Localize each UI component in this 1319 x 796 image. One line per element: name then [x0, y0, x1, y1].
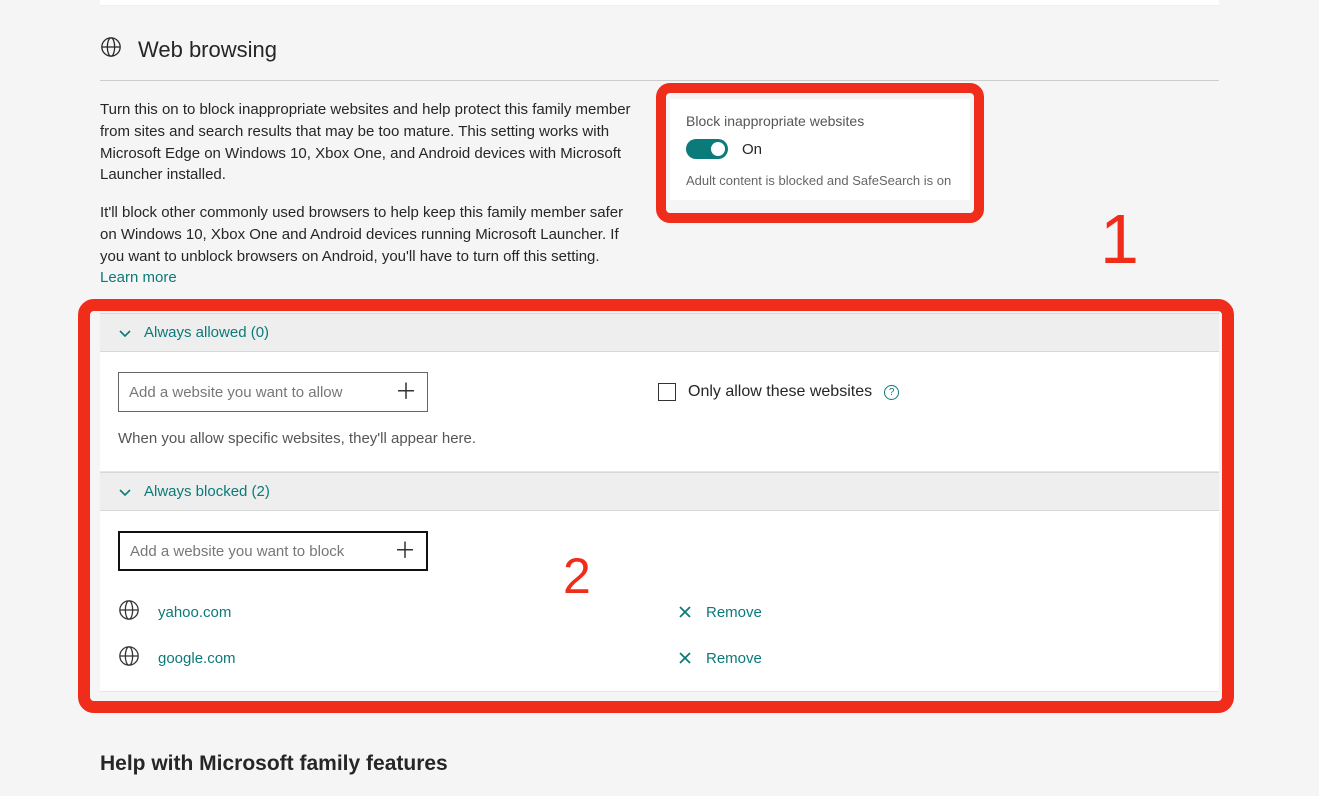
only-allow-label: Only allow these websites [688, 383, 872, 401]
allowed-hint: When you allow specific websites, they'l… [118, 430, 1201, 447]
remove-button[interactable]: Remove [678, 650, 762, 667]
annotation-number-1: 1 [1100, 199, 1139, 279]
description-p2: It'll block other commonly used browsers… [100, 202, 640, 289]
description-block: Turn this on to block inappropriate webs… [100, 99, 640, 305]
add-allowed-input[interactable]: Add a website you want to allow ＋ [118, 372, 428, 412]
blocked-row: google.com Remove [118, 635, 1201, 681]
blocked-row: yahoo.com Remove [118, 589, 1201, 635]
globe-icon [100, 36, 122, 64]
always-blocked-body: Add a website you want to block ＋ yahoo.… [100, 511, 1219, 692]
remove-label: Remove [706, 604, 762, 621]
only-allow-row[interactable]: Only allow these websites ? [658, 383, 899, 401]
plus-icon[interactable]: ＋ [394, 540, 416, 562]
close-icon [678, 605, 692, 619]
always-allowed-body: Add a website you want to allow ＋ Only a… [100, 352, 1219, 472]
add-allowed-placeholder: Add a website you want to allow [129, 384, 342, 401]
add-blocked-placeholder: Add a website you want to block [130, 543, 344, 560]
globe-icon [118, 599, 140, 625]
top-divider [100, 0, 1219, 6]
toggle-sub: Adult content is blocked and SafeSearch … [686, 173, 954, 188]
web-browsing-heading: Web browsing [100, 36, 1219, 81]
chevron-down-icon [118, 326, 132, 340]
block-websites-toggle[interactable] [686, 139, 728, 159]
add-blocked-input[interactable]: Add a website you want to block ＋ [118, 531, 428, 571]
help-heading: Help with Microsoft family features [100, 752, 1219, 776]
toggle-title: Block inappropriate websites [686, 113, 954, 129]
learn-more-link[interactable]: Learn more [100, 269, 177, 286]
remove-label: Remove [706, 650, 762, 667]
blocked-site-link[interactable]: yahoo.com [158, 604, 231, 621]
always-allowed-header[interactable]: Always allowed (0) [100, 313, 1219, 352]
remove-button[interactable]: Remove [678, 604, 762, 621]
always-blocked-label: Always blocked (2) [144, 483, 270, 500]
always-blocked-header[interactable]: Always blocked (2) [100, 472, 1219, 511]
chevron-down-icon [118, 485, 132, 499]
always-allowed-label: Always allowed (0) [144, 324, 269, 341]
section-title: Web browsing [138, 37, 277, 63]
description-p2-text: It'll block other commonly used browsers… [100, 204, 623, 265]
blocked-site-link[interactable]: google.com [158, 650, 236, 667]
plus-icon[interactable]: ＋ [395, 381, 417, 403]
toggle-state: On [742, 141, 762, 158]
globe-icon [118, 645, 140, 671]
annotation-number-2: 2 [563, 547, 591, 605]
description-p1: Turn this on to block inappropriate webs… [100, 99, 640, 186]
only-allow-checkbox[interactable] [658, 383, 676, 401]
block-toggle-card: Block inappropriate websites On Adult co… [670, 99, 970, 200]
close-icon [678, 651, 692, 665]
help-icon[interactable]: ? [884, 385, 899, 400]
